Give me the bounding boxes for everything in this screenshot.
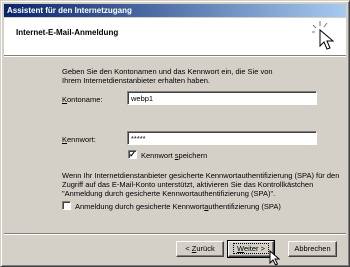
page-title: Internet-E-Mail-Anmeldung — [16, 28, 119, 37]
next-button[interactable]: Weiter > — [227, 240, 275, 258]
save-password-checkbox[interactable]: ✓ — [128, 150, 137, 159]
cancel-button[interactable]: Abbrechen — [288, 241, 337, 257]
password-label: Kennwort: — [62, 135, 96, 144]
wizard-header: Internet-E-Mail-Anmeldung — [4, 18, 346, 55]
wizard-window: Assistent für den Internetzugang Interne… — [0, 0, 350, 267]
title-bar[interactable]: Assistent für den Internetzugang — [4, 4, 346, 17]
save-password-label[interactable]: Kennwort speichern — [141, 151, 207, 160]
spa-description: Wenn Ihr Internetdienstanbieter gesicher… — [62, 171, 340, 198]
account-name-label: Kontoname: — [62, 95, 103, 104]
instruction-text: Geben Sie den Kontonamen und das Kennwor… — [62, 67, 273, 85]
account-name-input[interactable]: webp1 — [127, 91, 317, 105]
mouse-pointer-icon — [269, 250, 281, 266]
password-input[interactable]: ***** — [127, 131, 317, 145]
wizard-cursor-icon — [312, 21, 335, 50]
header-divider — [4, 55, 346, 57]
footer-divider — [4, 233, 346, 235]
back-button[interactable]: < Zurück — [176, 241, 224, 257]
spa-checkbox[interactable] — [62, 201, 71, 210]
window-title: Assistent für den Internetzugang — [7, 6, 132, 15]
spa-checkbox-label[interactable]: Anmeldung durch gesicherte Kennwortauthe… — [75, 202, 281, 211]
